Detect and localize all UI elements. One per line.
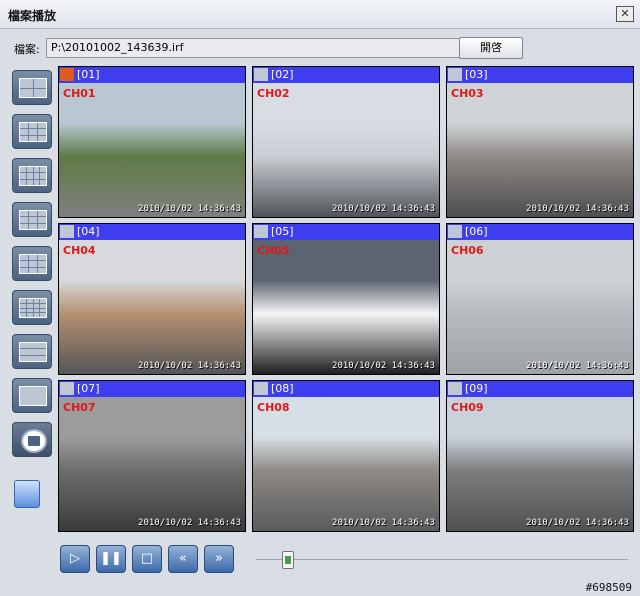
speaker-muted-icon[interactable]	[254, 382, 268, 395]
timestamp: 2010/10/02 14:36:43	[526, 361, 629, 371]
layout-6-button[interactable]	[12, 114, 52, 149]
timestamp: 2010/10/02 14:36:43	[332, 204, 435, 214]
rewind-button[interactable]: «	[168, 545, 198, 573]
channel-label: CH07	[63, 401, 96, 414]
speaker-on-icon[interactable]	[60, 68, 74, 81]
camera-frame	[447, 397, 633, 531]
camera-frame	[59, 240, 245, 374]
stop-button[interactable]: □	[132, 545, 162, 573]
layout-4-button[interactable]	[12, 70, 52, 105]
camera-frame	[253, 240, 439, 374]
channel-header: [04]	[59, 224, 245, 240]
camera-frame	[59, 397, 245, 531]
channel-cell[interactable]: [01] CH01 2010/10/02 14:36:43	[58, 66, 246, 218]
channel-header: [08]	[253, 381, 439, 397]
layout-9-button[interactable]	[12, 158, 52, 193]
play-button[interactable]: ▷	[60, 545, 90, 573]
layout-10-button[interactable]	[12, 202, 52, 237]
playback-controls: ▷ ❚❚ □ «»	[60, 545, 640, 575]
open-button[interactable]: 開啓	[459, 37, 523, 59]
file-row: 檔案: P:\20101002_143639.irf 開啓	[0, 37, 640, 59]
camera-frame	[447, 240, 633, 374]
layout-9-icon	[19, 166, 47, 186]
layout-10-icon	[19, 210, 47, 230]
camera-frame	[59, 83, 245, 217]
channel-number: [05]	[271, 225, 294, 238]
fast-forward-button[interactable]: »	[204, 545, 234, 573]
channel-header: [02]	[253, 67, 439, 83]
export-icon[interactable]	[14, 480, 40, 508]
channel-header: [07]	[59, 381, 245, 397]
channel-cell[interactable]: [06] CH06 2010/10/02 14:36:43	[446, 223, 634, 375]
timestamp: 2010/10/02 14:36:43	[332, 361, 435, 371]
layout-6-icon	[19, 122, 47, 142]
layout-single-button[interactable]	[12, 378, 52, 413]
window-title: 檔案播放	[8, 9, 57, 23]
channel-number: [08]	[271, 382, 294, 395]
channel-number: [02]	[271, 68, 294, 81]
speaker-muted-icon[interactable]	[254, 68, 268, 81]
channel-cell[interactable]: [02] CH02 2010/10/02 14:36:43	[252, 66, 440, 218]
video-grid: [01] CH01 2010/10/02 14:36:43 [02] CH02 2010/…	[58, 66, 634, 532]
channel-label: CH02	[257, 87, 290, 100]
channel-header: [03]	[447, 67, 633, 83]
layout-strip-button[interactable]	[12, 334, 52, 369]
channel-cell[interactable]: [08] CH08 2010/10/02 14:36:43	[252, 380, 440, 532]
channel-header: [06]	[447, 224, 633, 240]
close-button[interactable]: ✕	[616, 6, 634, 22]
channel-number: [07]	[77, 382, 100, 395]
channel-cell[interactable]: [09] CH09 2010/10/02 14:36:43	[446, 380, 634, 532]
file-label: 檔案:	[14, 43, 40, 56]
channel-label: CH09	[451, 401, 484, 414]
channel-header: [09]	[447, 381, 633, 397]
channel-label: CH06	[451, 244, 484, 257]
layout-single-icon	[19, 386, 47, 406]
speaker-muted-icon[interactable]	[448, 68, 462, 81]
camera-frame	[253, 83, 439, 217]
channel-number: [09]	[465, 382, 488, 395]
watermark: #698509	[585, 581, 632, 594]
speaker-muted-icon[interactable]	[448, 225, 462, 238]
timestamp: 2010/10/02 14:36:43	[138, 361, 241, 371]
speaker-muted-icon[interactable]	[60, 382, 74, 395]
seek-track[interactable]	[256, 559, 628, 560]
title-bar: 檔案播放 ✕	[0, 0, 640, 29]
timestamp: 2010/10/02 14:36:43	[526, 518, 629, 528]
channel-number: [01]	[77, 68, 100, 81]
camera-frame	[447, 83, 633, 217]
channel-cell[interactable]: [04] CH04 2010/10/02 14:36:43	[58, 223, 246, 375]
channel-number: [06]	[465, 225, 488, 238]
layout-4-icon	[19, 78, 47, 98]
layout-13-button[interactable]	[12, 246, 52, 281]
timestamp: 2010/10/02 14:36:43	[332, 518, 435, 528]
timestamp: 2010/10/02 14:36:43	[526, 204, 629, 214]
channel-label: CH03	[451, 87, 484, 100]
channel-number: [04]	[77, 225, 100, 238]
calendar-icon	[21, 429, 47, 453]
channel-number: [03]	[465, 68, 488, 81]
timestamp: 2010/10/02 14:36:43	[138, 204, 241, 214]
channel-header: [05]	[253, 224, 439, 240]
layout-13-icon	[19, 254, 47, 274]
channel-label: CH01	[63, 87, 96, 100]
speaker-muted-icon[interactable]	[254, 225, 268, 238]
speaker-muted-icon[interactable]	[448, 382, 462, 395]
channel-label: CH05	[257, 244, 290, 257]
channel-cell[interactable]: [07] CH07 2010/10/02 14:36:43	[58, 380, 246, 532]
channel-label: CH08	[257, 401, 290, 414]
seek-thumb[interactable]	[282, 551, 294, 569]
channel-label: CH04	[63, 244, 96, 257]
speaker-muted-icon[interactable]	[60, 225, 74, 238]
event-mode-button[interactable]	[12, 422, 52, 457]
layout-16-button[interactable]	[12, 290, 52, 325]
timestamp: 2010/10/02 14:36:43	[138, 518, 241, 528]
channel-cell[interactable]: [05] CH05 2010/10/02 14:36:43	[252, 223, 440, 375]
camera-frame	[253, 397, 439, 531]
layout-strip-icon	[19, 342, 47, 362]
pause-button[interactable]: ❚❚	[96, 545, 126, 573]
file-path-field[interactable]: P:\20101002_143639.irf	[46, 38, 464, 58]
layout-16-icon	[19, 298, 47, 318]
channel-cell[interactable]: [03] CH03 2010/10/02 14:36:43	[446, 66, 634, 218]
channel-header: [01]	[59, 67, 245, 83]
